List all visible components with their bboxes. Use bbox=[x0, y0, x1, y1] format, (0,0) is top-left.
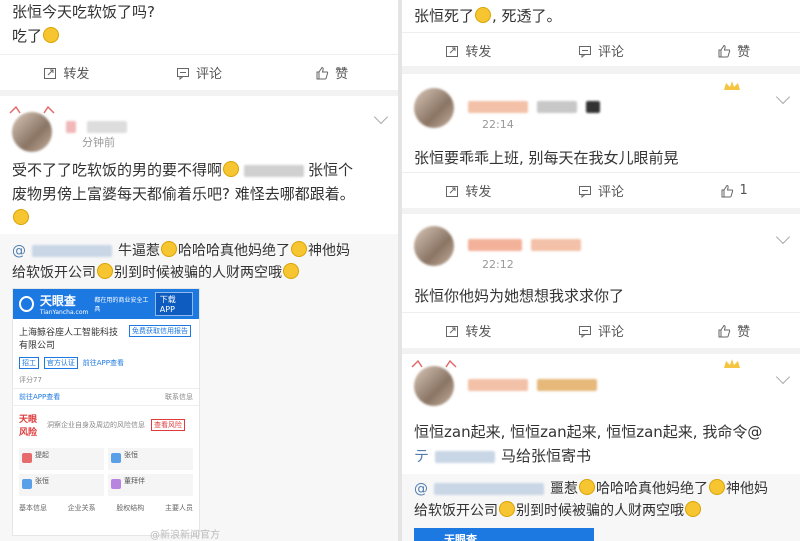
comment-icon bbox=[579, 325, 591, 338]
reposted-content: @ 噩惹 哈哈哈真他妈绝了 神他妈 给软饭开公司 别到时候被骗的人财两空哦 天眼查 bbox=[402, 474, 800, 541]
post-card: 恒恒zan起来, 恒恒zan起来, 恒恒zan起来, 我命令@ テ马给张恒寄书 … bbox=[402, 354, 800, 541]
risk-logo: 天眼风险 bbox=[19, 415, 38, 438]
like-button[interactable]: 1 bbox=[667, 173, 800, 208]
post-actions: 转发 评论 赞 bbox=[0, 54, 398, 90]
post-actions: 转发 评论 1 bbox=[402, 172, 800, 208]
post-card: 22:14 张恒要乖乖上班, 别每天在我女儿眼前晃 转发 评论 1 bbox=[402, 74, 800, 208]
thumbs-up-icon bbox=[316, 66, 329, 79]
username-blurred[interactable] bbox=[468, 374, 628, 391]
comment-icon bbox=[579, 45, 591, 58]
tianyancha-header: 天眼查 TianYancha.com 都在用的商业安全工具 下载APP bbox=[13, 289, 199, 319]
chevron-down-icon[interactable] bbox=[775, 229, 791, 245]
username-blurred[interactable] bbox=[468, 96, 618, 113]
repost-button[interactable]: 转发 bbox=[0, 55, 133, 90]
watermark: @新浪新闻官方 bbox=[150, 530, 220, 541]
grin-emoji-icon bbox=[579, 479, 595, 495]
reposted-content: @ 牛逼惹 哈哈哈真他妈绝了 神他妈 给软饭开公司 别到时候被骗的人财两空哦 天眼查 T… bbox=[0, 234, 398, 541]
comment-button[interactable]: 评论 bbox=[133, 55, 266, 90]
grin-emoji-icon bbox=[161, 241, 177, 257]
post-time: 分钟前 bbox=[82, 136, 115, 149]
comment-button[interactable]: 评论 bbox=[535, 33, 668, 68]
tianyancha-screenshot: 天眼查 TianYancha.com 都在用的商业安全工具 下载APP 上海鲸谷… bbox=[12, 288, 200, 536]
crown-decoration-icon bbox=[724, 359, 740, 368]
post-actions: 转发 评论 赞 bbox=[402, 32, 800, 68]
like-button[interactable]: 赞 bbox=[667, 33, 800, 68]
left-screenshot: 张恒今天吃软饭了吗? 吃了 转发 评论 赞 分钟前 受不了了吃软饭的男的要不得啊… bbox=[0, 0, 398, 541]
right-screenshot: 张恒死了, 死透了。 转发 评论 赞 22:14 张恒要乖乖上班, 别每天在我女… bbox=[402, 0, 800, 541]
avatar[interactable] bbox=[414, 88, 454, 128]
avatar[interactable] bbox=[12, 112, 52, 152]
repost-icon bbox=[446, 185, 459, 197]
comment-icon bbox=[579, 185, 591, 198]
username-blurred[interactable] bbox=[66, 116, 156, 133]
worried-emoji-icon bbox=[685, 501, 701, 517]
smile-emoji-icon bbox=[223, 161, 240, 177]
quoted-text: @ 牛逼惹 哈哈哈真他妈绝了 神他妈 给软饭开公司 别到时候被骗的人财两空哦 bbox=[12, 241, 350, 281]
post-card: 张恒今天吃软饭了吗? 吃了 转发 评论 赞 bbox=[0, 0, 398, 90]
tianyancha-header: 天眼查 bbox=[414, 528, 594, 541]
chevron-down-icon[interactable] bbox=[775, 369, 791, 385]
free-report-button[interactable]: 免费获取信用报告 bbox=[129, 325, 191, 337]
risk-grid: 提起 张恒 张恒 董拜伴 bbox=[13, 444, 199, 500]
repost-icon bbox=[44, 67, 57, 79]
worried-emoji-icon bbox=[283, 263, 299, 279]
comment-button[interactable]: 评论 bbox=[535, 173, 668, 208]
chevron-down-icon[interactable] bbox=[373, 109, 389, 125]
thumbs-up-icon bbox=[718, 324, 731, 337]
avatar[interactable] bbox=[414, 226, 454, 266]
company-name: 上海鲸谷座人工智能科技 bbox=[19, 328, 119, 338]
repost-icon bbox=[446, 325, 459, 337]
ad-bottom-nav: 基本信息 企业关系 股权结构 主要人员 bbox=[19, 504, 193, 512]
repost-button[interactable]: 转发 bbox=[402, 313, 535, 348]
chevron-down-icon[interactable] bbox=[775, 89, 791, 105]
tianyancha-logo-icon bbox=[19, 296, 34, 312]
laugh-cry-emoji-icon bbox=[499, 501, 515, 517]
avatar[interactable] bbox=[414, 366, 454, 406]
post-text: 张恒你他妈为她想想我求求你了 bbox=[414, 287, 625, 305]
like-button[interactable]: 赞 bbox=[667, 313, 800, 348]
comment-icon bbox=[177, 67, 189, 80]
repost-button[interactable]: 转发 bbox=[402, 173, 535, 208]
download-app-button[interactable]: 下载APP bbox=[154, 292, 194, 316]
crown-decoration-icon bbox=[724, 81, 740, 90]
grin-emoji-icon bbox=[709, 479, 725, 495]
post-text: 张恒死了, 死透了。 bbox=[414, 7, 562, 25]
quoted-text: @ 噩惹 哈哈哈真他妈绝了 神他妈 给软饭开公司 别到时候被骗的人财两空哦 bbox=[414, 479, 768, 519]
post-card: 22:12 张恒你他妈为她想想我求求你了 转发 评论 赞 bbox=[402, 214, 800, 348]
username-blurred[interactable] bbox=[468, 234, 618, 251]
laugh-cry-emoji-icon bbox=[97, 263, 113, 279]
grin-emoji-icon bbox=[291, 241, 307, 257]
like-button[interactable]: 赞 bbox=[265, 55, 398, 90]
smile-emoji-icon bbox=[475, 7, 492, 23]
post-time: 22:12 bbox=[482, 258, 514, 271]
shy-emoji-icon bbox=[13, 209, 29, 225]
smile-emoji-icon bbox=[43, 27, 60, 43]
thumbs-up-icon bbox=[718, 44, 731, 57]
post-actions: 转发 评论 赞 bbox=[402, 312, 800, 348]
post-time: 22:14 bbox=[482, 118, 514, 131]
post-text: 张恒要乖乖上班, 别每天在我女儿眼前晃 bbox=[414, 149, 679, 167]
phone-app-link[interactable]: 前往APP查看 bbox=[19, 392, 60, 402]
post-text: 张恒今天吃软饭了吗? 吃了 bbox=[12, 3, 155, 45]
view-risk-button[interactable]: 查看风险 bbox=[151, 419, 185, 431]
post-text: 受不了了吃软饭的男的要不得啊 张恒个 废物男傍上富婆每天都偷着乐吧? 难怪去哪都跟… bbox=[0, 158, 398, 230]
post-card: 张恒死了, 死透了。 转发 评论 赞 bbox=[402, 0, 800, 66]
repost-icon bbox=[446, 45, 459, 57]
comment-button[interactable]: 评论 bbox=[535, 313, 668, 348]
like-count: 1 bbox=[739, 183, 748, 198]
post-card: 分钟前 受不了了吃软饭的男的要不得啊 张恒个 废物男傍上富婆每天都偷着乐吧? 难怪… bbox=[0, 96, 398, 541]
thumbs-up-icon bbox=[721, 184, 733, 197]
repost-button[interactable]: 转发 bbox=[402, 33, 535, 68]
post-text: 恒恒zan起来, 恒恒zan起来, 恒恒zan起来, 我命令@ テ马给张恒寄书 bbox=[414, 423, 763, 465]
